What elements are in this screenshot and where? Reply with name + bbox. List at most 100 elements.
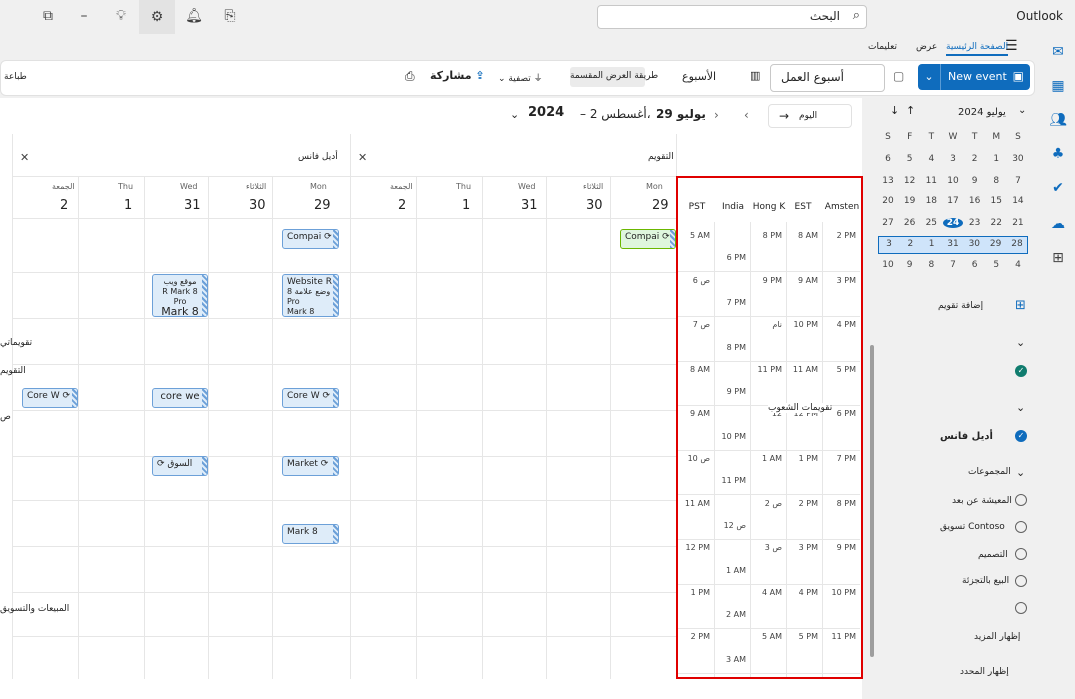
column-line	[144, 176, 145, 679]
tab-home[interactable]: الصفحة الرئيسية	[946, 42, 1009, 56]
chevron-down-icon[interactable]: ⌄	[1018, 105, 1026, 116]
split-view-button[interactable]: طريقة العرض المقسمة	[570, 67, 658, 87]
group-item[interactable]: المعيشة عن بعد	[952, 496, 1012, 506]
show-less-link[interactable]: إظهار المحدد	[960, 667, 1009, 677]
mini-calendar-selected-week[interactable]: 3 2 1 31 30 29 28	[878, 236, 1028, 254]
mini-calendar-month[interactable]: يوليو 2024	[958, 107, 1006, 118]
calendar-event[interactable]: Core W ⟳	[282, 388, 339, 408]
add-calendar-icon[interactable]: ⊞	[1015, 298, 1026, 313]
calendar-pane-title: التقويم	[648, 152, 674, 162]
print-button[interactable]: طباعة	[4, 72, 27, 82]
scrollbar[interactable]	[870, 345, 874, 657]
prev-month-icon[interactable]: ↑	[906, 104, 915, 117]
column-line	[78, 176, 79, 679]
group-checkbox[interactable]	[1015, 602, 1027, 614]
feedback-icon[interactable]: ⎘	[216, 2, 244, 30]
chevron-down-icon[interactable]: ⌄	[510, 108, 519, 121]
group-checkbox[interactable]	[1015, 521, 1027, 533]
mini-calendar-week[interactable]: 10 9 8 7 6 5 4	[878, 260, 1028, 270]
day-number[interactable]: 30	[249, 198, 266, 213]
day-number[interactable]: 29	[652, 198, 669, 213]
show-more-link[interactable]: إظهار المزيد	[974, 632, 1020, 642]
calendar-event[interactable]: Core W ⟳	[22, 388, 78, 408]
group-item[interactable]: التصميم	[978, 550, 1008, 560]
group-checkbox[interactable]	[1015, 494, 1027, 506]
add-calendar-link[interactable]: إضافة تقويم	[938, 301, 983, 311]
next-week-icon[interactable]: ›	[714, 108, 719, 122]
chevron-down-icon[interactable]: ⌄	[918, 64, 941, 90]
owner-calendar-check-icon[interactable]: ✓	[1015, 430, 1027, 442]
day-number[interactable]: 1	[462, 198, 470, 213]
groups-icon[interactable]: ♣	[1048, 144, 1068, 164]
groups-heading[interactable]: المجموعات	[968, 467, 1011, 477]
prev-week-icon[interactable]: ‹	[744, 108, 749, 122]
calendar-event[interactable]: Mark 8	[282, 524, 339, 544]
close-icon[interactable]: ✕	[358, 151, 367, 164]
lightbulb-icon[interactable]: 💡︎	[107, 2, 135, 30]
work-week-button[interactable]: أسبوع العمل	[770, 64, 885, 92]
hour-line	[12, 592, 676, 593]
group-item[interactable]: تسويق Contoso	[940, 522, 1005, 532]
calendar-event[interactable]: Market ⟳	[282, 456, 339, 476]
day-number[interactable]: 31	[521, 198, 538, 213]
day-number[interactable]: 2	[60, 198, 68, 213]
bell-icon[interactable]: 🔔︎	[180, 2, 208, 30]
minimize-icon[interactable]: –	[70, 2, 98, 30]
side-label: التقويم	[0, 366, 26, 376]
pane-divider	[350, 134, 351, 679]
next-month-icon[interactable]: ↓	[890, 104, 899, 117]
share-button[interactable]: مشاركة ⇪	[430, 69, 485, 82]
gear-icon[interactable]: ⚙	[139, 0, 175, 34]
new-event-button[interactable]: ⌄ New event ▣	[918, 64, 1030, 90]
people-icon[interactable]: 👥︎	[1048, 110, 1068, 130]
day-number[interactable]: 29	[314, 198, 331, 213]
mail-icon[interactable]: ✉	[1048, 42, 1068, 62]
owner-calendar-label[interactable]: أديل فانس	[940, 431, 993, 442]
column-line	[482, 176, 483, 679]
day-number[interactable]: 30	[586, 198, 603, 213]
owner-pane-title: أديل فانس	[298, 152, 338, 162]
chevron-down-icon[interactable]: ⌄	[1016, 336, 1025, 349]
calendar-icon[interactable]: ▦	[1048, 76, 1068, 96]
filter-button[interactable]: ⌄ تصفية ⏚	[498, 71, 543, 84]
day-number[interactable]: 1	[124, 198, 132, 213]
calendar-event[interactable]: ⟳ السوق	[152, 456, 208, 476]
mini-calendar-week[interactable]: 27 26 25 24 23 22 21	[878, 218, 1028, 228]
calendar-event[interactable]: Website R وضع علامة 8 Pro Mark 8	[282, 274, 339, 317]
group-checkbox[interactable]	[1015, 575, 1027, 587]
mini-calendar-week[interactable]: 20 19 18 17 16 15 14	[878, 196, 1028, 206]
app-title: Outlook	[1016, 9, 1063, 23]
close-icon[interactable]: ✕	[20, 151, 29, 164]
save-icon[interactable]: ▢	[893, 69, 904, 83]
mini-calendar-week[interactable]: 6 5 4 3 2 1 30	[878, 154, 1028, 164]
calendar-event[interactable]: core we	[152, 388, 208, 408]
todo-icon[interactable]: ✔	[1048, 178, 1068, 198]
column-line	[546, 176, 547, 679]
tab-view[interactable]: عرض	[916, 42, 937, 52]
search-input[interactable]: البحث ⌕	[597, 5, 867, 29]
tab-help[interactable]: تعليمات	[868, 42, 897, 52]
calendar-event[interactable]: Compai ⟳	[282, 229, 339, 249]
group-item[interactable]: البيع بالتجزئة	[962, 576, 1009, 586]
day-name: الثلاثاء	[246, 182, 267, 191]
chevron-down-icon[interactable]: ⌄	[1016, 401, 1025, 414]
day-name: Thu	[456, 182, 472, 191]
apps-icon[interactable]: ⊞	[1048, 248, 1068, 268]
today-button[interactable]: → اليوم	[768, 104, 852, 128]
mini-calendar-week[interactable]: 13 12 11 10 9 8 7	[878, 176, 1028, 186]
calendar-event[interactable]: موقع ويب R Mark 8 Pro Mark 8 e	[152, 274, 208, 317]
group-checkbox[interactable]	[1015, 548, 1027, 560]
restore-icon[interactable]: ⧉	[34, 2, 62, 30]
day-name: Thu	[118, 182, 134, 191]
chevron-down-icon[interactable]: ⌄	[1016, 466, 1025, 479]
calendar-check-icon[interactable]: ✓	[1015, 365, 1027, 377]
hour-line	[12, 546, 676, 547]
onedrive-icon[interactable]: ☁	[1048, 214, 1068, 234]
header-line	[12, 218, 676, 219]
print-icon[interactable]: ⎙	[405, 69, 415, 84]
week-button[interactable]: الأسبوع	[682, 70, 716, 83]
column-line	[416, 176, 417, 679]
calendar-event[interactable]: Compai ⟳	[620, 229, 676, 249]
day-number[interactable]: 2	[398, 198, 406, 213]
day-number[interactable]: 31	[184, 198, 201, 213]
